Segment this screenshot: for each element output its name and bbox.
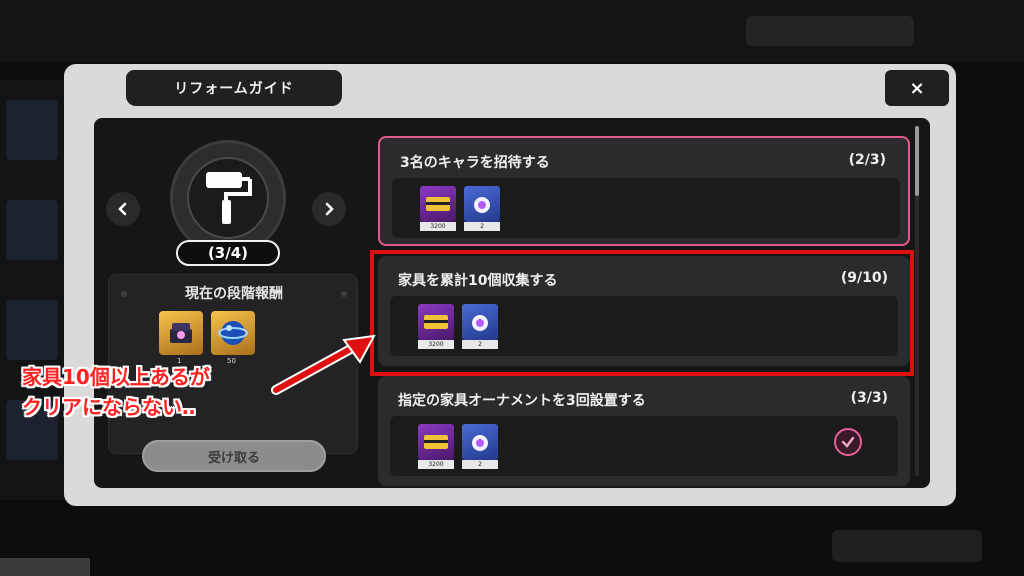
previous-stage-button[interactable]: [106, 192, 140, 226]
annotation-arrow-icon: [271, 334, 376, 395]
next-stage-button[interactable]: [312, 192, 346, 226]
stage-progress: (3/4): [176, 240, 280, 266]
jewel-box-icon: [170, 323, 192, 343]
mission-progress: (2/3): [848, 152, 886, 168]
chevron-left-icon: [118, 202, 127, 216]
mission-reward-ticket[interactable]: 3200: [418, 424, 454, 470]
dialog-title: リフォームガイド: [126, 70, 342, 106]
background-thumbnail: [6, 300, 58, 360]
background-strip: [0, 558, 90, 576]
ticket-icon: [420, 186, 456, 222]
annotation-text: 家具10個以上あるが クリアにならない‥: [22, 362, 282, 422]
chevron-right-icon: [325, 202, 334, 216]
mission-reward-ticket[interactable]: 3200: [420, 186, 456, 232]
receive-reward-button[interactable]: 受け取る: [142, 440, 326, 472]
blue-orb-icon: [218, 321, 248, 345]
mission-reward-count: 3200: [420, 222, 456, 231]
mission-reward-strip: 3200 2: [390, 416, 898, 476]
background-thumbnail: [6, 200, 58, 260]
background-thumbnail-column: [0, 80, 64, 500]
stage-reward-title: 現在の段階報酬: [185, 286, 283, 302]
annotation-line-1: 家具10個以上あるが: [22, 365, 210, 389]
reward-item-jewel-box[interactable]: [159, 311, 203, 355]
background-footer-pill: [832, 530, 982, 562]
mission-reward-strip: 3200 2: [392, 178, 900, 238]
close-button[interactable]: ×: [885, 70, 949, 106]
paint-roller-icon: [206, 172, 252, 224]
annotation-line-2: クリアにならない‥: [22, 395, 196, 419]
orb-icon: [462, 424, 498, 460]
stage-emblem: [170, 140, 286, 256]
checkmark-icon: [834, 428, 862, 456]
background-header-pill: [746, 16, 914, 46]
mission-reward-orb[interactable]: 2: [462, 424, 498, 470]
mission-reward-count: 2: [464, 222, 500, 231]
mission-reward-count: 2: [462, 460, 498, 469]
scrollbar-thumb[interactable]: [915, 126, 919, 196]
mission-title: 3名のキャラを招待する: [400, 155, 550, 171]
ticket-icon: [418, 424, 454, 460]
orb-icon: [464, 186, 500, 222]
mission-reward-count: 3200: [418, 460, 454, 469]
mission-title: 指定の家具オーナメントを3回設置する: [398, 393, 646, 409]
mission-list-scrollbar[interactable]: [915, 126, 919, 476]
mission-reward-orb[interactable]: 2: [464, 186, 500, 232]
annotation-highlight-box: [370, 250, 914, 376]
reward-item-blue-orb[interactable]: [211, 311, 255, 355]
background-thumbnail: [6, 100, 58, 160]
emblem-frame: [187, 157, 269, 239]
mission-card: 3名のキャラを招待する (2/3) 3200 2: [378, 136, 910, 246]
mission-card: 指定の家具オーナメントを3回設置する (3/3) 3200 2: [378, 376, 910, 486]
mission-progress: (3/3): [850, 390, 888, 406]
